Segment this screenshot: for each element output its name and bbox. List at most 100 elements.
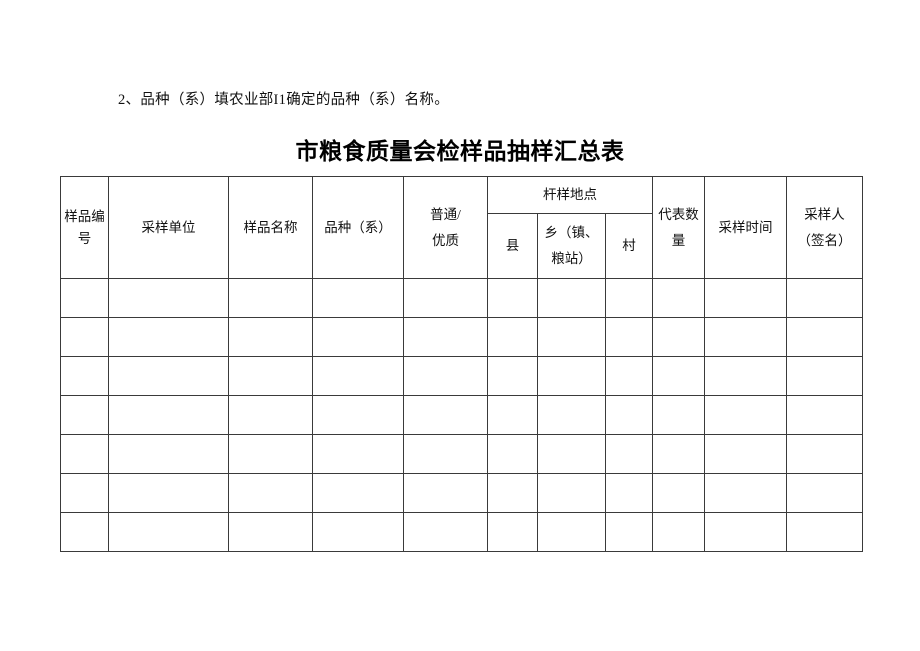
header-village: 村 (604, 213, 654, 279)
cell-sampler[interactable] (786, 317, 864, 357)
cell-village[interactable] (604, 356, 654, 396)
cell-grade[interactable] (403, 317, 488, 357)
cell-sample-no[interactable] (60, 434, 109, 474)
header-sample-name: 样品名称 (228, 176, 313, 279)
cell-quantity[interactable] (652, 434, 706, 474)
cell-town[interactable] (537, 278, 606, 318)
header-grade-line2: 优质 (432, 232, 459, 248)
header-town-line2: 粮站） (551, 251, 592, 266)
cell-sample-name[interactable] (228, 356, 313, 396)
cell-quantity[interactable] (652, 395, 706, 435)
cell-sampler[interactable] (786, 356, 864, 396)
cell-county[interactable] (487, 512, 538, 552)
cell-sample-no[interactable] (60, 473, 109, 513)
cell-sampling-time[interactable] (704, 512, 788, 552)
cell-sample-no[interactable] (60, 512, 109, 552)
cell-town[interactable] (537, 317, 606, 357)
cell-town[interactable] (537, 512, 606, 552)
cell-quantity[interactable] (652, 512, 706, 552)
cell-village[interactable] (604, 434, 654, 474)
cell-sample-no[interactable] (60, 317, 109, 357)
cell-town[interactable] (537, 356, 606, 396)
header-sampling-unit: 采样单位 (108, 176, 229, 279)
cell-grade[interactable] (403, 512, 488, 552)
cell-sampler[interactable] (786, 395, 864, 435)
cell-sampling-time[interactable] (704, 395, 788, 435)
table-row[interactable] (60, 317, 864, 357)
cell-variety[interactable] (312, 317, 404, 357)
cell-sampler[interactable] (786, 278, 864, 318)
cell-sampling-unit[interactable] (108, 434, 229, 474)
table-row[interactable] (60, 356, 864, 396)
cell-sampling-time[interactable] (704, 434, 788, 474)
cell-county[interactable] (487, 278, 538, 318)
cell-sampling-time[interactable] (704, 356, 788, 396)
header-sampler: 采样人 （签名） (786, 176, 864, 279)
header-town-line1: 乡（镇、 (544, 225, 599, 240)
cell-grade[interactable] (403, 395, 488, 435)
cell-sample-no[interactable] (60, 395, 109, 435)
header-quantity: 代表数 量 (652, 176, 706, 279)
table-row[interactable] (60, 473, 864, 513)
cell-town[interactable] (537, 395, 606, 435)
cell-grade[interactable] (403, 356, 488, 396)
cell-county[interactable] (487, 317, 538, 357)
cell-village[interactable] (604, 278, 654, 318)
cell-village[interactable] (604, 473, 654, 513)
cell-county[interactable] (487, 434, 538, 474)
cell-quantity[interactable] (652, 278, 706, 318)
sampling-summary-table-wrapper: 样品编号 采样单位 样品名称 品种（系） 普通/ 优质 杆样地点 代表数 量 采… (60, 176, 864, 552)
cell-sampling-unit[interactable] (108, 473, 229, 513)
cell-sampling-unit[interactable] (108, 512, 229, 552)
table-row[interactable] (60, 395, 864, 435)
header-quantity-line2: 量 (671, 232, 686, 248)
cell-sampler[interactable] (786, 434, 864, 474)
cell-sampling-unit[interactable] (108, 356, 229, 396)
cell-variety[interactable] (312, 512, 404, 552)
cell-sample-name[interactable] (228, 434, 313, 474)
cell-variety[interactable] (312, 278, 404, 318)
document-page: 2、品种（系）填农业部I1确定的品种（系）名称。 市粮食质量会检样品抽样汇总表 … (0, 0, 920, 651)
cell-town[interactable] (537, 434, 606, 474)
cell-variety[interactable] (312, 473, 404, 513)
header-quantity-line1: 代表数 (658, 206, 699, 222)
cell-town[interactable] (537, 473, 606, 513)
cell-village[interactable] (604, 395, 654, 435)
table-row[interactable] (60, 512, 864, 552)
header-grade-line1: 普通/ (430, 206, 461, 222)
cell-variety[interactable] (312, 434, 404, 474)
cell-sample-name[interactable] (228, 317, 313, 357)
header-sampler-line1: 采样人 (804, 206, 845, 222)
cell-village[interactable] (604, 512, 654, 552)
page-title: 市粮食质量会检样品抽样汇总表 (295, 139, 625, 165)
cell-sampling-unit[interactable] (108, 317, 229, 357)
cell-county[interactable] (487, 356, 538, 396)
cell-grade[interactable] (403, 434, 488, 474)
cell-grade[interactable] (403, 278, 488, 318)
cell-sample-name[interactable] (228, 512, 313, 552)
cell-variety[interactable] (312, 395, 404, 435)
cell-grade[interactable] (403, 473, 488, 513)
cell-quantity[interactable] (652, 356, 706, 396)
cell-sampler[interactable] (786, 473, 864, 513)
cell-county[interactable] (487, 473, 538, 513)
cell-village[interactable] (604, 317, 654, 357)
cell-sample-no[interactable] (60, 356, 109, 396)
table-row[interactable] (60, 278, 864, 318)
cell-quantity[interactable] (652, 317, 706, 357)
table-row[interactable] (60, 434, 864, 474)
cell-county[interactable] (487, 395, 538, 435)
cell-sample-name[interactable] (228, 473, 313, 513)
cell-quantity[interactable] (652, 473, 706, 513)
header-sample-no: 样品编号 (60, 176, 109, 279)
cell-sampling-time[interactable] (704, 317, 788, 357)
cell-sampler[interactable] (786, 512, 864, 552)
cell-sampling-unit[interactable] (108, 278, 229, 318)
cell-sample-no[interactable] (60, 278, 109, 318)
cell-sampling-unit[interactable] (108, 395, 229, 435)
cell-sampling-time[interactable] (704, 278, 788, 318)
cell-sample-name[interactable] (228, 395, 313, 435)
cell-sampling-time[interactable] (704, 473, 788, 513)
cell-sample-name[interactable] (228, 278, 313, 318)
cell-variety[interactable] (312, 356, 404, 396)
